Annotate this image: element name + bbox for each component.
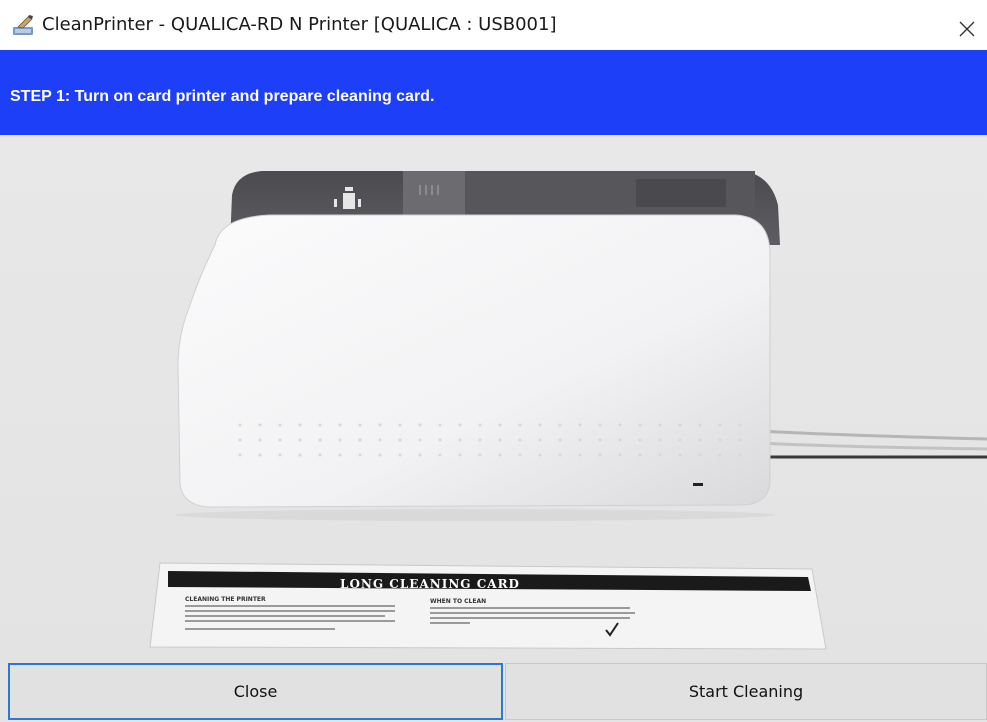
card-title: LONG CLEANING CARD [340,577,520,591]
card-printer-photo: LONG CLEANING CARD CLEANING THE PRINTER … [0,135,987,663]
step-instruction: STEP 1: Turn on card printer and prepare… [10,88,435,105]
card-section-1: CLEANING THE PRINTER [185,596,266,603]
printer-cleaning-icon [13,15,33,35]
step-banner: STEP 1: Turn on card printer and prepare… [0,50,987,135]
start-cleaning-button[interactable]: Start Cleaning [505,663,987,720]
printer-illustration: LONG CLEANING CARD CLEANING THE PRINTER … [0,135,987,663]
button-row: Close Start Cleaning [0,663,987,722]
close-icon[interactable] [958,20,976,38]
cleanprinter-window: CleanPrinter - QUALICA-RD N Printer [QUA… [0,0,987,722]
title-bar: CleanPrinter - QUALICA-RD N Printer [QUA… [0,0,987,50]
window-title: CleanPrinter - QUALICA-RD N Printer [QUA… [42,14,557,35]
cleaning-card: LONG CLEANING CARD CLEANING THE PRINTER … [149,562,827,650]
close-button[interactable]: Close [8,663,503,720]
card-section-2: WHEN TO CLEAN [430,598,486,605]
